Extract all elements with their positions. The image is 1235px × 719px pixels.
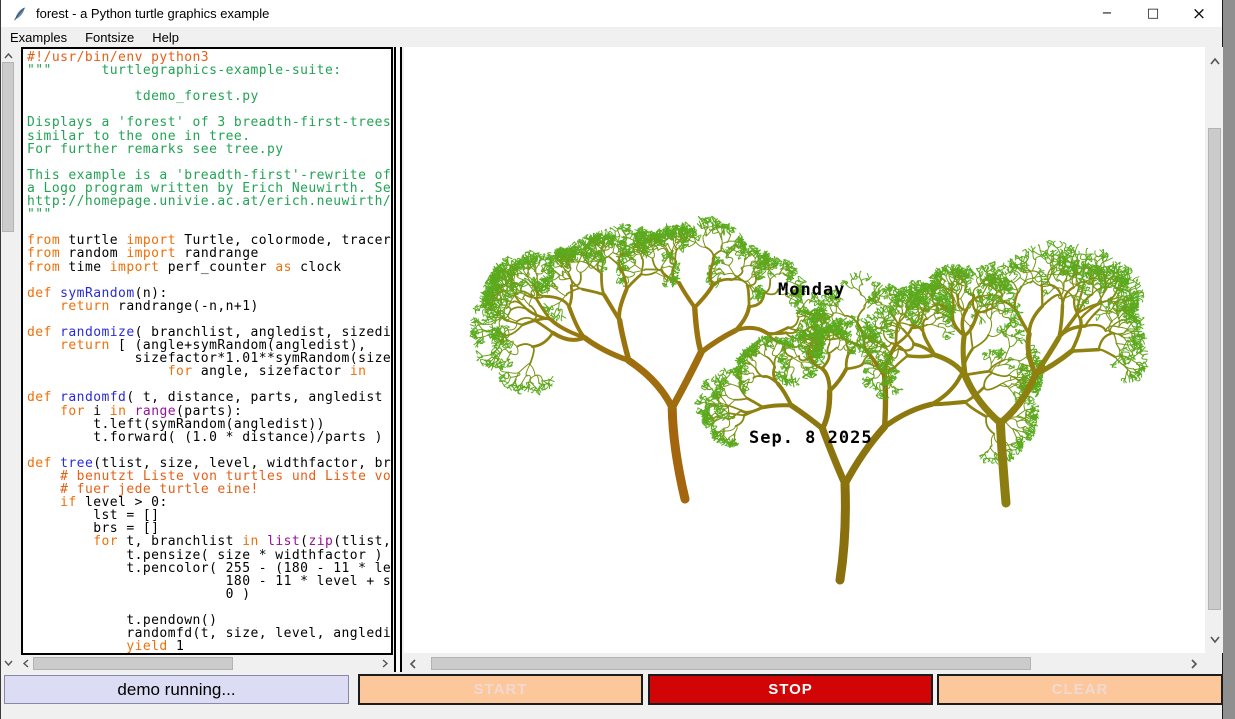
code-hscroll-thumb[interactable] bbox=[33, 657, 233, 670]
minimize-button[interactable]: − bbox=[1084, 0, 1130, 27]
menu-item-fontsize[interactable]: Fontsize bbox=[76, 29, 143, 46]
stop-button[interactable]: STOP bbox=[648, 674, 933, 705]
canvas-text-date: Sep. 8 2025 bbox=[749, 428, 873, 448]
scroll-right-icon[interactable] bbox=[1187, 655, 1201, 672]
close-button[interactable]: × bbox=[1176, 0, 1222, 27]
window-title: forest - a Python turtle graphics exampl… bbox=[36, 6, 269, 21]
scroll-left-icon[interactable] bbox=[406, 655, 420, 672]
menu-bar: Examples Fontsize Help bbox=[1, 27, 1222, 47]
canvas-hscroll-thumb[interactable] bbox=[431, 657, 1031, 670]
scroll-left-icon[interactable] bbox=[19, 655, 33, 672]
forest-drawing bbox=[404, 47, 1205, 653]
desktop-background bbox=[1223, 0, 1235, 719]
canvas-vertical-scrollbar[interactable] bbox=[1206, 47, 1223, 653]
pane-divider[interactable] bbox=[394, 47, 402, 672]
scroll-up-icon[interactable] bbox=[1206, 53, 1223, 69]
menu-item-help[interactable]: Help bbox=[143, 29, 188, 46]
code-editor[interactable]: #!/usr/bin/env python3""" turtlegraphics… bbox=[21, 47, 393, 655]
canvas-text-weekday: Monday bbox=[778, 280, 845, 300]
scroll-down-icon[interactable] bbox=[1206, 631, 1223, 647]
start-button[interactable]: START bbox=[358, 674, 643, 705]
scroll-up-icon[interactable] bbox=[1, 49, 15, 63]
canvas-horizontal-scrollbar[interactable] bbox=[404, 655, 1205, 672]
scroll-down-icon[interactable] bbox=[1, 656, 15, 670]
app-window: forest - a Python turtle graphics exampl… bbox=[0, 0, 1224, 719]
turtle-canvas[interactable]: Monday Sep. 8 2025 bbox=[404, 47, 1205, 653]
title-bar: forest - a Python turtle graphics exampl… bbox=[1, 0, 1222, 27]
code-vertical-scrollbar[interactable] bbox=[1, 47, 15, 672]
code-vscroll-thumb[interactable] bbox=[2, 62, 14, 232]
menu-item-examples[interactable]: Examples bbox=[1, 29, 76, 46]
status-display: demo running... bbox=[4, 675, 349, 704]
maximize-button[interactable]: □ bbox=[1130, 0, 1176, 27]
scroll-right-icon[interactable] bbox=[378, 655, 392, 672]
python-feather-icon bbox=[12, 6, 28, 22]
window-controls: − □ × bbox=[1084, 0, 1222, 27]
code-horizontal-scrollbar[interactable] bbox=[17, 655, 394, 672]
canvas-vscroll-thumb[interactable] bbox=[1208, 128, 1221, 610]
clear-button[interactable]: CLEAR bbox=[937, 674, 1223, 705]
